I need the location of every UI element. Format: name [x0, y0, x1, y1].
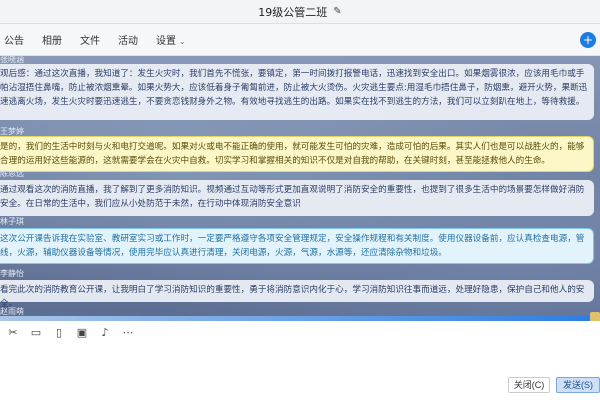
message-bubble[interactable]: 这次公开课告诉我在实验室、教研室实习或工作时，一定要严格遵守各项安全管理规定，安…: [0, 228, 594, 264]
sender-name: 李静怡: [0, 269, 24, 278]
tab-label: 文件: [80, 36, 100, 47]
more-icon[interactable]: ⋯: [121, 326, 135, 340]
message-bubble[interactable]: 看完此次的消防教育公开课，让我明白了学习消防知识的重要性，勇于将消防意识内化于心…: [0, 280, 594, 309]
input-toolbar: ✂ ▭ ▯ ▣ ♪ ⋯: [0, 321, 600, 345]
tab-label: 相册: [42, 36, 62, 47]
tab-settings[interactable]: 设置 ⌄: [156, 32, 186, 47]
tab-activities[interactable]: 活动: [118, 32, 138, 47]
send-button[interactable]: 发送(S): [556, 377, 600, 393]
tab-files[interactable]: 文件: [80, 32, 100, 47]
chevron-down-icon: ⌄: [179, 37, 186, 46]
tab-label: 设置: [156, 36, 176, 47]
message-bubble[interactable]: 观后感：通过这次直播，我知道了：发生火灾时，我们首先不慌张，要镇定，第一时间拨打…: [0, 64, 594, 120]
file-icon[interactable]: ▯: [52, 326, 66, 340]
image-icon[interactable]: ▣: [75, 326, 89, 340]
mic-icon[interactable]: ♪: [98, 326, 112, 340]
scissors-icon[interactable]: ✂: [6, 326, 20, 340]
tab-announcement[interactable]: 公告: [4, 32, 24, 47]
sender-name: 林子琪: [0, 217, 24, 226]
title-bar: 19级公管二班 ✎: [0, 0, 600, 24]
tab-album[interactable]: 相册: [42, 32, 62, 47]
folder-icon[interactable]: ▭: [29, 326, 43, 340]
add-icon[interactable]: +: [580, 32, 596, 48]
message-bubble[interactable]: 通过观看这次的消防直播，我了解到了更多消防知识。视频通过互动等形式更加直观说明了…: [0, 180, 594, 216]
edit-icon[interactable]: ✎: [333, 6, 341, 17]
message-bubble[interactable]: 是的，我们的生活中时刻与火和电打交道呢。如果对火或电不能正确的使用，就可能发生可…: [0, 136, 594, 172]
chat-area[interactable]: 张晓涵 观后感：通过这次直播，我知道了：发生火灾时，我们首先不慌张，要镇定，第一…: [0, 56, 600, 320]
group-tab-bar: 公告 相册 文件 活动 设置 ⌄ +: [0, 24, 600, 56]
close-button[interactable]: 关闭(C): [508, 377, 550, 393]
window-title: 19级公管二班: [258, 5, 328, 19]
tab-label: 活动: [118, 36, 138, 47]
tab-label: 公告: [4, 36, 24, 47]
sender-name: 陈思远: [0, 169, 24, 178]
